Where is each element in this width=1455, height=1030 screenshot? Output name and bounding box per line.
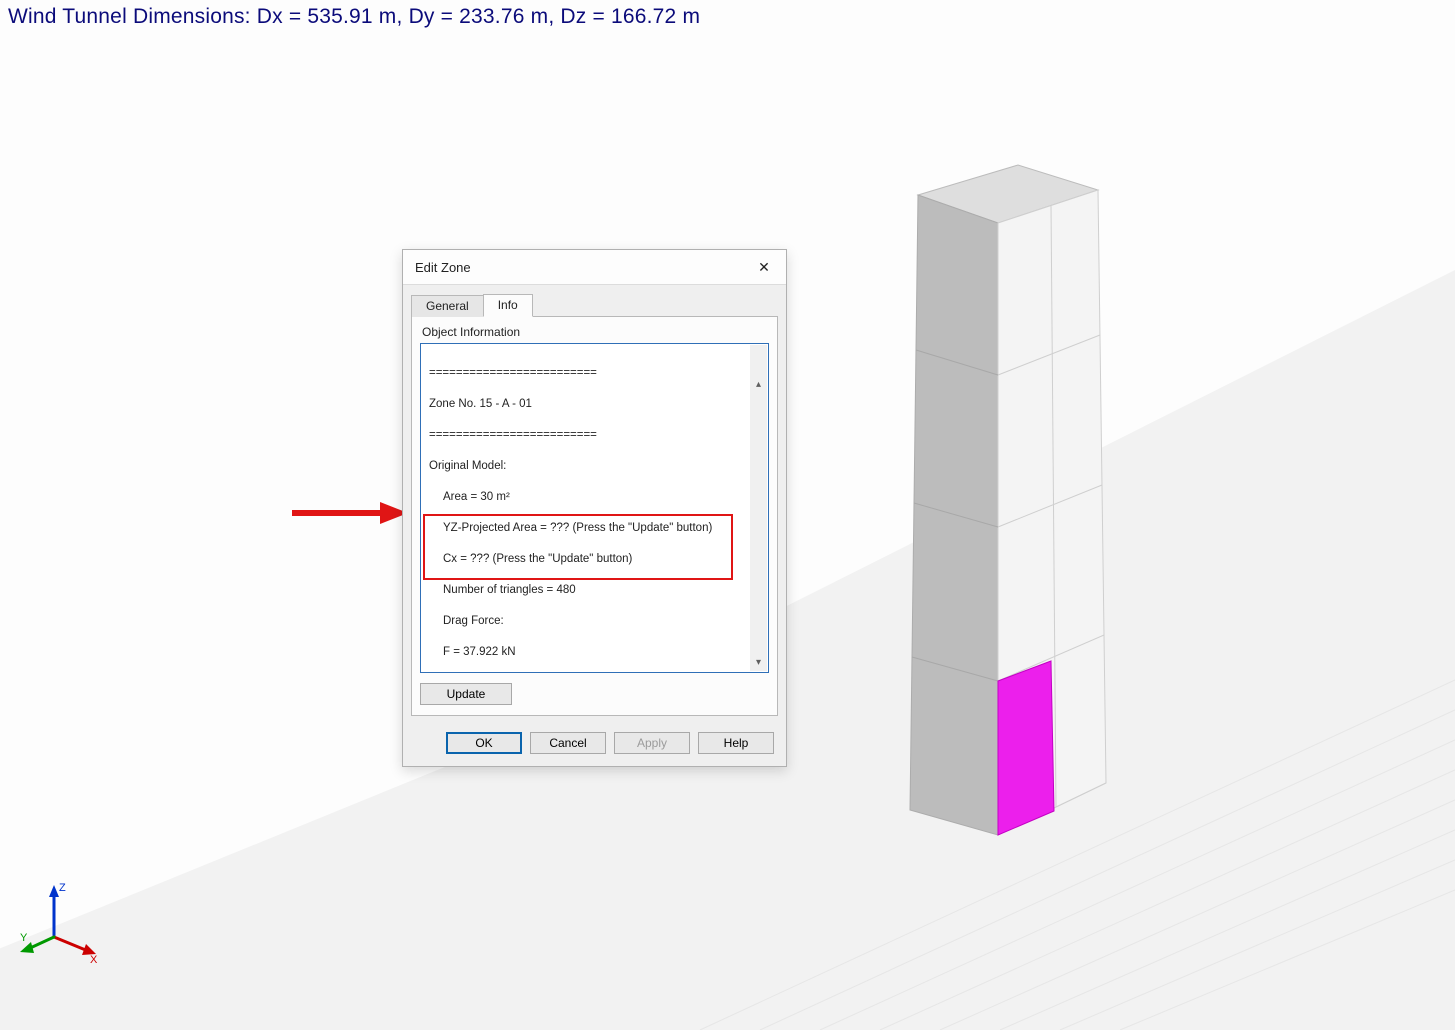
axis-y-label: Y (20, 932, 28, 944)
cancel-button[interactable]: Cancel (530, 732, 606, 754)
update-button[interactable]: Update (420, 683, 512, 705)
axis-x-label: X (90, 954, 98, 965)
edit-zone-dialog: Edit Zone ✕ General Info Object Informat… (402, 249, 787, 767)
selected-zone[interactable] (998, 661, 1054, 835)
tab-general[interactable]: General (411, 295, 484, 317)
viewport-title: Wind Tunnel Dimensions: Dx = 535.91 m, D… (8, 5, 700, 29)
tabstrip: General Info (411, 293, 778, 316)
tab-panel-info: Object Information =====================… (411, 316, 778, 716)
help-button[interactable]: Help (698, 732, 774, 754)
close-button[interactable]: ✕ (750, 256, 778, 278)
scroll-up-icon[interactable]: ▴ (750, 376, 767, 393)
object-information-label: Object Information (420, 323, 769, 343)
apply-button[interactable]: Apply (614, 732, 690, 754)
tab-info[interactable]: Info (483, 294, 533, 317)
dialog-footer: OK Cancel Apply Help (403, 722, 786, 766)
object-information-text[interactable]: ========================= Zone No. 15 - … (420, 343, 769, 673)
axis-z-label: Z (59, 882, 66, 894)
ok-button[interactable]: OK (446, 732, 522, 754)
textarea-scrollbar[interactable]: ▴ ▾ (750, 345, 767, 671)
annotation-arrow-icon (290, 500, 410, 531)
scroll-down-icon[interactable]: ▾ (750, 654, 767, 671)
dialog-titlebar[interactable]: Edit Zone ✕ (403, 250, 786, 285)
axis-gizmo: Z X Y (18, 879, 104, 970)
close-icon: ✕ (758, 260, 770, 274)
dialog-title: Edit Zone (415, 260, 750, 275)
